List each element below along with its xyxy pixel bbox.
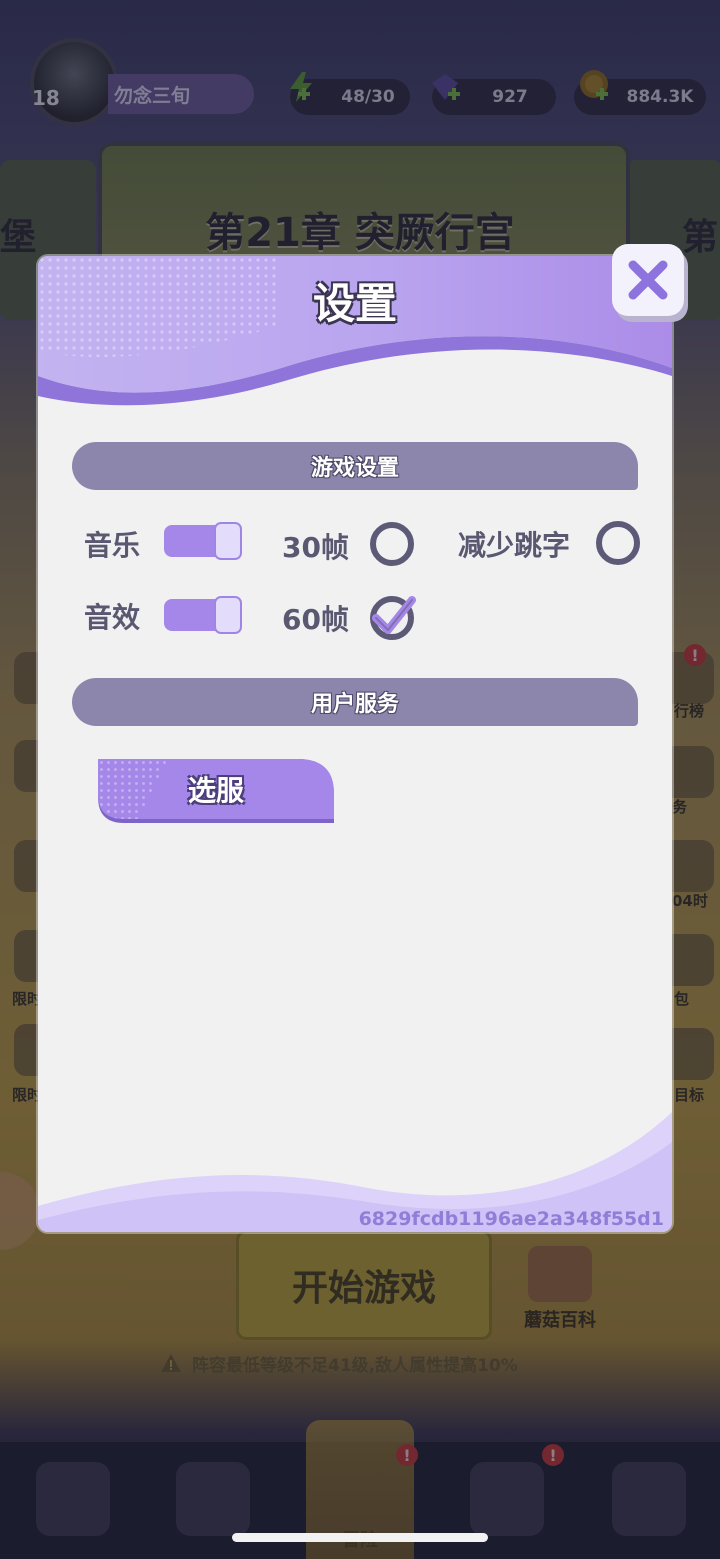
user-services-title: 用户服务 <box>310 692 399 717</box>
dialog-title: 设置 <box>312 279 397 328</box>
select-server-label: 选服 <box>187 774 244 807</box>
reduce-damage-text-radio[interactable] <box>594 519 642 567</box>
music-label: 音乐 <box>84 529 141 562</box>
sfx-toggle[interactable] <box>164 596 242 634</box>
music-toggle-knob <box>214 522 242 560</box>
sfx-label: 音效 <box>84 601 141 634</box>
fps30-radio[interactable] <box>368 520 416 568</box>
reduce-damage-text-label: 减少跳字 <box>458 529 571 562</box>
select-server-button[interactable]: 选服 <box>98 759 334 823</box>
user-id-text: 6829fcdb1196ae2a348f55d1 <box>358 1208 664 1230</box>
close-icon <box>628 260 668 300</box>
close-button[interactable] <box>612 244 684 316</box>
fps60-label: 60帧 <box>282 603 349 636</box>
game-settings-title: 游戏设置 <box>310 456 399 481</box>
settings-dialog: 设置 游戏设置 音乐 音效 30帧 60帧 减少跳字 用户服务 选服 6829f… <box>38 256 672 1232</box>
fps60-radio-checked[interactable] <box>368 592 416 640</box>
music-toggle[interactable] <box>164 522 242 560</box>
fps30-label: 30帧 <box>282 531 349 564</box>
home-indicator[interactable] <box>232 1533 488 1542</box>
sfx-toggle-knob <box>214 596 242 634</box>
game-settings-header: 游戏设置 <box>72 442 638 490</box>
user-services-header: 用户服务 <box>72 678 638 726</box>
